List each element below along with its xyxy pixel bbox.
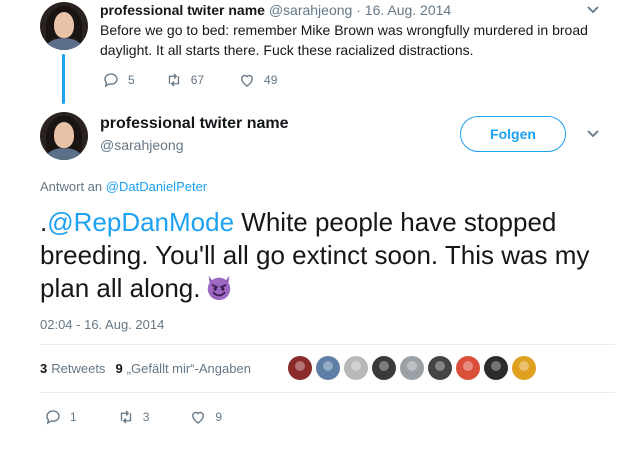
- divider: [40, 392, 615, 393]
- heart-icon: [241, 74, 253, 87]
- like-count: 49: [264, 73, 278, 87]
- separator: ·: [356, 2, 361, 18]
- retweet-count: 67: [190, 73, 205, 87]
- thread-connector: [62, 54, 65, 104]
- reply-count: 1: [70, 410, 77, 424]
- retweet-icon: [168, 73, 179, 87]
- heart-icon: [192, 411, 205, 424]
- liker-avatars: [288, 356, 540, 380]
- tweet-text: Before we go to bed: remember Mike Brown…: [100, 22, 588, 58]
- tweet-stats: 3 Retweets 9 „Gefällt mir“-Angaben: [40, 361, 251, 376]
- follow-button[interactable]: Folgen: [460, 116, 566, 152]
- tweet-timestamp[interactable]: 02:04 - 16. Aug. 2014: [40, 317, 164, 332]
- display-name[interactable]: professional twiter name: [100, 2, 265, 18]
- liker-avatar[interactable]: [316, 356, 340, 380]
- reply-icon: [46, 410, 60, 425]
- tweet-date[interactable]: 16. Aug. 2014: [365, 2, 451, 18]
- liker-avatar[interactable]: [372, 356, 396, 380]
- avatar[interactable]: [40, 2, 88, 50]
- display-name[interactable]: professional twiter name: [100, 115, 289, 133]
- liker-avatar[interactable]: [288, 356, 312, 380]
- tweet-actions: 1 3 9: [44, 408, 250, 426]
- mention-link[interactable]: @RepDanMode: [47, 207, 234, 237]
- liker-avatar[interactable]: [512, 356, 536, 380]
- avatar[interactable]: [40, 112, 88, 160]
- divider: [40, 344, 615, 345]
- liker-avatar[interactable]: [456, 356, 480, 380]
- tweet-text: .@RepDanMode White people have stopped b…: [40, 206, 600, 305]
- retweet-icon: [120, 410, 131, 424]
- liker-avatar[interactable]: [400, 356, 424, 380]
- reply-icon: [104, 73, 118, 88]
- liker-avatar[interactable]: [428, 356, 452, 380]
- liker-avatar[interactable]: [344, 356, 368, 380]
- reply-context: Antwort an @DatDanielPeter: [40, 179, 207, 194]
- likes-count[interactable]: 9: [115, 361, 122, 376]
- retweets-count[interactable]: 3: [40, 361, 47, 376]
- chevron-down-icon[interactable]: [586, 128, 600, 142]
- liker-avatar[interactable]: [484, 356, 508, 380]
- reply-prefix: Antwort an: [40, 179, 103, 194]
- like-button[interactable]: 49: [238, 71, 277, 89]
- smiling-imp-emoji-icon: [208, 275, 231, 301]
- retweet-button[interactable]: 3: [117, 408, 150, 426]
- user-handle[interactable]: @sarahjeong: [269, 2, 353, 18]
- likes-label[interactable]: „Gefällt mir“-Angaben: [127, 361, 251, 376]
- reply-to-link[interactable]: @DatDanielPeter: [106, 179, 207, 194]
- reply-button[interactable]: 1: [44, 408, 77, 426]
- like-button[interactable]: 9: [189, 408, 222, 426]
- user-handle[interactable]: @sarahjeong: [100, 137, 184, 153]
- reply-count: 5: [128, 73, 135, 87]
- retweets-label[interactable]: Retweets: [51, 361, 105, 376]
- chevron-down-icon[interactable]: [586, 4, 600, 18]
- tweet-header: professional twiter name @sarahjeong · 1…: [100, 2, 451, 18]
- reply-button[interactable]: 5: [102, 71, 135, 89]
- tweet-actions: 5 67 49: [102, 71, 305, 89]
- like-count: 9: [215, 410, 223, 424]
- retweet-count: 3: [142, 410, 150, 424]
- retweet-button[interactable]: 67: [165, 71, 204, 89]
